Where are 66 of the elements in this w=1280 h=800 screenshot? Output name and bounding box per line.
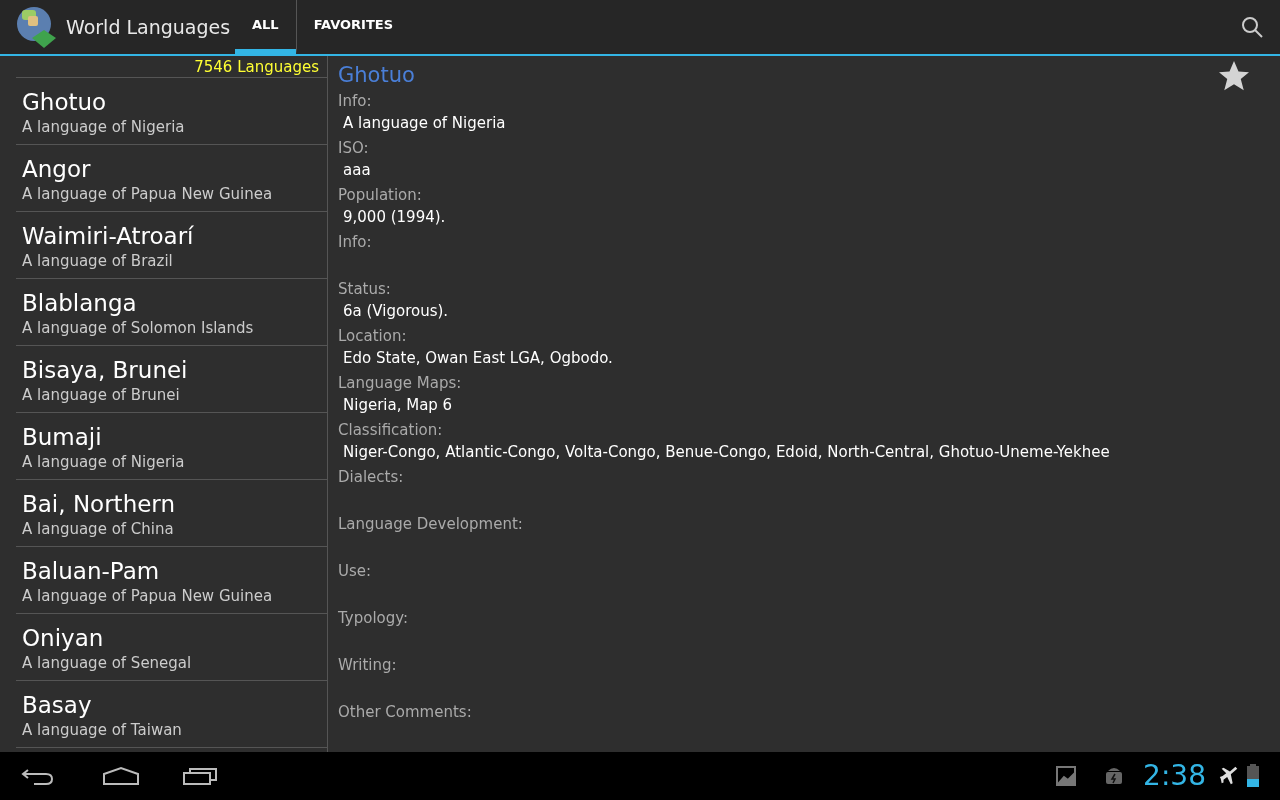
language-list-item[interactable]: Blablanga A language of Solomon Islands	[16, 279, 327, 346]
language-name: Ghotuo	[22, 88, 108, 116]
language-description: A language of Solomon Islands	[22, 318, 255, 339]
field-value: aaa	[342, 160, 372, 181]
language-name: Waimiri-Atroarí	[22, 222, 195, 250]
field-label: Population:	[338, 185, 423, 206]
language-description: A language of Taiwan	[22, 720, 183, 741]
clock-time: 2:38	[1143, 758, 1206, 794]
language-name: Angor	[22, 155, 92, 183]
field-label: Dialects:	[338, 467, 405, 488]
field-label: ISO:	[338, 138, 370, 159]
language-description: A language of Nigeria	[22, 452, 186, 473]
language-description: A language of Papua New Guinea	[22, 586, 274, 607]
language-name: Bisaya, Brunei	[22, 356, 189, 384]
airplane-icon	[1218, 765, 1240, 787]
field-label: Language Development:	[338, 514, 524, 535]
language-list-item[interactable]: Bisaya, Brunei A language of Brunei	[16, 346, 327, 413]
field-value: 9,000 (1994).	[342, 207, 447, 228]
recent-apps-icon	[182, 766, 218, 786]
language-name: Baluan-Pam	[22, 557, 161, 585]
field-label: Status:	[338, 279, 392, 300]
language-title: Ghotuo	[338, 62, 415, 89]
field-label: Location:	[338, 326, 408, 347]
language-name: Blablanga	[22, 289, 138, 317]
language-list-item[interactable]: Baluan-Pam A language of Papua New Guinea	[16, 547, 327, 614]
tab[interactable]: FAVORITES	[295, 0, 411, 54]
back-icon	[20, 766, 56, 786]
field-value: 6a (Vigorous).	[342, 301, 450, 322]
field-value: Edo State, Owan East LGA, Ogbodo.	[342, 348, 614, 369]
recent-apps-button[interactable]	[182, 766, 218, 786]
language-count: 7546 Languages	[16, 56, 327, 78]
field-label: Info:	[338, 91, 373, 112]
field-label: Writing:	[338, 655, 398, 676]
language-list-item[interactable]: Angor A language of Papua New Guinea	[16, 145, 327, 212]
language-description: A language of Brunei	[22, 385, 181, 406]
field-value: Niger-Congo, Atlantic-Congo, Volta-Congo, Benue-Congo, Edoid, North-Central, Ghotuo-Uneme-Yekhee	[342, 442, 1111, 463]
tab[interactable]: ALL	[235, 0, 296, 54]
battery-icon	[1246, 764, 1260, 788]
language-name: Bumaji	[22, 423, 103, 451]
image-icon	[1055, 765, 1078, 787]
language-list-item[interactable]: Waimiri-Atroarí A language of Brazil	[16, 212, 327, 279]
language-list-item[interactable]: Basay A language of Taiwan	[16, 681, 327, 748]
language-name: Bai, Northern	[22, 490, 176, 518]
language-description: A language of Senegal	[22, 653, 193, 674]
language-list-item[interactable]: Ghotuo A language of Nigeria	[16, 78, 327, 145]
language-list-item[interactable]: Oniyan A language of Senegal	[16, 614, 327, 681]
language-name: Oniyan	[22, 624, 105, 652]
language-list-item[interactable]: Bumaji A language of Nigeria	[16, 413, 327, 480]
field-label: Other Comments:	[338, 702, 473, 723]
search-icon	[1240, 15, 1264, 39]
language-description: A language of China	[22, 519, 175, 540]
language-description: A language of Nigeria	[22, 117, 186, 138]
app-title: World Languages	[66, 14, 231, 40]
home-button[interactable]	[102, 766, 140, 786]
language-name: Basay	[22, 691, 93, 719]
field-label: Use:	[338, 561, 373, 582]
field-value: Nigeria, Map 6	[342, 395, 454, 416]
home-icon	[102, 766, 140, 786]
language-list-item[interactable]: Bai, Northern A language of China	[16, 480, 327, 547]
field-label: Info:	[338, 232, 373, 253]
field-label: Typology:	[338, 608, 410, 629]
language-description: A language of Papua New Guinea	[22, 184, 274, 205]
field-label: Language Maps:	[338, 373, 463, 394]
field-value: A language of Nigeria	[342, 113, 507, 134]
language-description: A language of Brazil	[22, 251, 174, 272]
field-label: Classification:	[338, 420, 444, 441]
